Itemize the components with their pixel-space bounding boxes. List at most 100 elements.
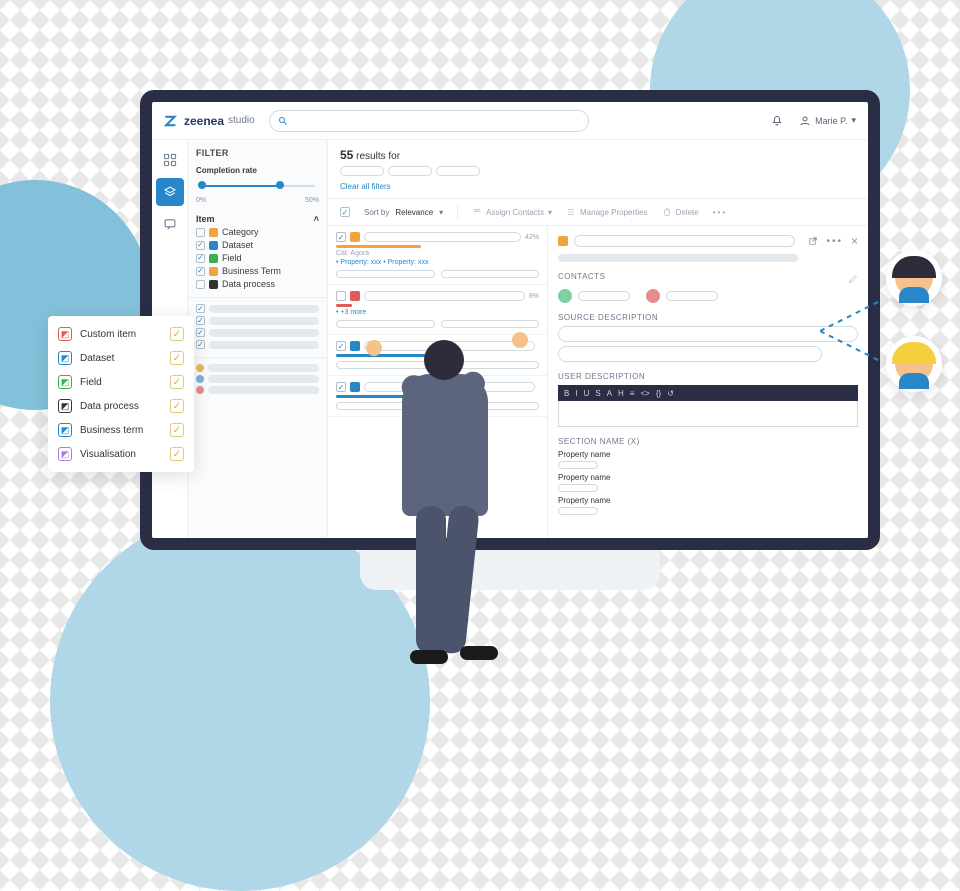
editor-tool-button[interactable]: ≡ <box>630 389 635 398</box>
filter-row[interactable] <box>196 328 319 337</box>
filter-item-type[interactable]: Field <box>196 253 319 263</box>
editor-tool-button[interactable]: H <box>618 389 624 398</box>
filter-row[interactable] <box>196 340 319 349</box>
chevron-down-icon: ▾ <box>439 208 443 217</box>
grid-icon <box>163 153 177 167</box>
popover-label: Data process <box>80 401 139 412</box>
popover-item[interactable]: ◩ Dataset <box>48 346 194 370</box>
editor-tool-button[interactable]: {} <box>656 389 661 398</box>
result-card[interactable]: 42% Cat. Agora • Property: xxx • Propert… <box>328 226 547 285</box>
bell-icon <box>771 115 783 127</box>
open-external-icon[interactable] <box>807 236 818 247</box>
edit-icon[interactable] <box>848 274 858 284</box>
contact-avatar <box>886 250 942 306</box>
clear-filters-link[interactable]: Clear all filters <box>340 182 391 191</box>
type-label: Business Term <box>222 266 281 276</box>
property-row[interactable]: Property name <box>558 473 858 492</box>
filter-item-type[interactable]: Category <box>196 227 319 237</box>
assign-contacts-button[interactable]: Assign Contacts ▾ <box>472 207 552 217</box>
detail-title <box>574 235 795 247</box>
filter-label <box>209 305 319 313</box>
close-icon[interactable]: × <box>851 234 858 248</box>
type-icon <box>350 291 360 301</box>
color-group-row[interactable] <box>196 375 319 383</box>
property-row[interactable]: Property name <box>558 450 858 469</box>
filter-row[interactable] <box>196 316 319 325</box>
tag[interactable]: • Property: xxx <box>336 259 381 266</box>
popover-item[interactable]: ◩ Field <box>48 370 194 394</box>
editor-body[interactable] <box>558 401 858 427</box>
type-color-icon <box>209 228 218 237</box>
filter-chip[interactable] <box>436 166 480 176</box>
checkbox-icon <box>196 328 205 337</box>
row-checkbox[interactable] <box>336 382 346 392</box>
type-color-icon <box>209 254 218 263</box>
checkbox-icon <box>196 267 205 276</box>
detail-subtitle <box>558 254 798 262</box>
search-input[interactable] <box>269 110 589 132</box>
editor-toolbar: BIUSAH ≡ <> {} ↺ <box>558 385 858 401</box>
editor-tool-button[interactable]: B <box>564 389 569 398</box>
color-group-row[interactable] <box>196 364 319 372</box>
filter-panel: FILTER Completion rate 0% 50% Item ˄ Cat… <box>188 140 328 538</box>
rich-text-editor[interactable]: BIUSAH ≡ <> {} ↺ <box>558 385 858 427</box>
detail-panel: ••• × CONTACTS SOURCE DESCRIPTION USER D <box>548 226 868 538</box>
popover-label: Visualisation <box>80 449 136 460</box>
users-icon <box>472 207 482 217</box>
contact-item[interactable] <box>646 289 718 303</box>
editor-tool-button[interactable]: I <box>575 389 577 398</box>
connector-lines <box>820 296 890 366</box>
contact-item[interactable] <box>558 289 630 303</box>
popover-item[interactable]: ◩ Custom item <box>48 322 194 346</box>
rail-catalog[interactable] <box>156 178 184 206</box>
delete-button[interactable]: Delete <box>662 207 699 217</box>
slider-max: 50% <box>305 197 319 204</box>
filter-label <box>209 317 319 325</box>
editor-tool-button[interactable]: S <box>595 389 600 398</box>
popover-label: Business term <box>80 425 143 436</box>
select-all-checkbox[interactable] <box>340 207 350 217</box>
editor-tool-button[interactable]: A <box>607 389 612 398</box>
row-checkbox[interactable] <box>336 232 346 242</box>
editor-tool-button[interactable]: U <box>584 389 590 398</box>
collapse-icon[interactable]: ˄ <box>314 214 319 224</box>
more-icon[interactable]: ••• <box>826 236 843 247</box>
filter-chip[interactable] <box>340 166 384 176</box>
type-color-icon <box>209 241 218 250</box>
notifications-button[interactable] <box>769 113 785 129</box>
brand-logo[interactable]: zeenea studio <box>164 114 255 128</box>
filter-item-type[interactable]: Business Term <box>196 266 319 276</box>
filter-item-type[interactable]: Dataset <box>196 240 319 250</box>
property-row[interactable]: Property name <box>558 496 858 515</box>
rail-dashboard[interactable] <box>156 146 184 174</box>
sort-dropdown[interactable]: Sort by Relevance ▾ <box>364 208 443 217</box>
item-section-label: Item <box>196 214 215 224</box>
folder-icon: ◩ <box>58 327 72 341</box>
sliders-icon <box>566 207 576 217</box>
tag[interactable]: • Property: xxx <box>383 259 428 266</box>
row-checkbox[interactable] <box>336 341 346 351</box>
popover-item[interactable]: ◩ Business term <box>48 418 194 442</box>
rail-explore[interactable] <box>156 210 184 238</box>
popover-item[interactable]: ◩ Data process <box>48 394 194 418</box>
checkbox-icon <box>196 241 205 250</box>
user-menu[interactable]: Marie P. ▾ <box>799 115 856 127</box>
result-count-suffix: results for <box>356 151 400 162</box>
property-value <box>558 461 598 469</box>
color-group-row[interactable] <box>196 386 319 394</box>
selected-check-icon <box>170 351 184 365</box>
row-checkbox[interactable] <box>336 291 346 301</box>
more-button[interactable]: ••• <box>713 208 727 217</box>
type-icon <box>350 382 360 392</box>
completion-slider[interactable] <box>196 181 319 191</box>
filter-item-type[interactable]: Data process <box>196 279 319 289</box>
editor-tool-button[interactable]: ↺ <box>667 389 674 398</box>
popover-item[interactable]: ◩ Visualisation <box>48 442 194 466</box>
contacts-list <box>558 289 858 303</box>
tag[interactable]: • +3 more <box>336 309 366 316</box>
filter-row[interactable] <box>196 304 319 313</box>
manage-label: Manage Properties <box>580 208 648 217</box>
editor-tool-button[interactable]: <> <box>641 389 650 398</box>
manage-props-button[interactable]: Manage Properties <box>566 207 648 217</box>
filter-chip[interactable] <box>388 166 432 176</box>
